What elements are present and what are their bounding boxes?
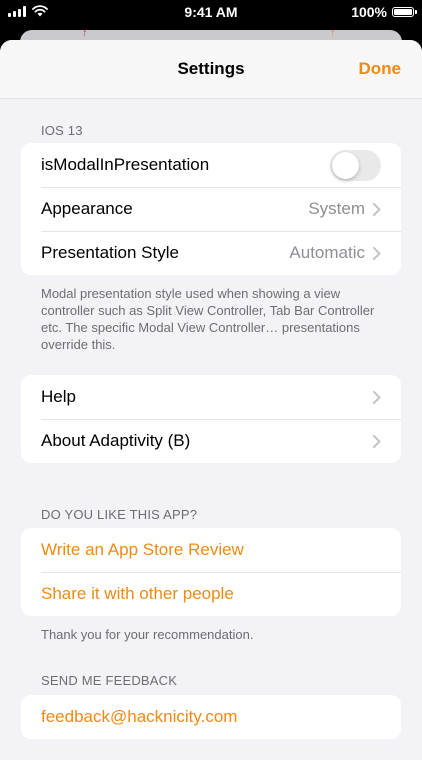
chevron-right-icon <box>373 434 381 448</box>
chevron-right-icon <box>373 202 381 216</box>
row-label: Presentation Style <box>41 243 179 262</box>
row-label: Write an App Store Review <box>41 540 244 559</box>
section-header-ios13: IOS 13 <box>41 123 83 138</box>
row-value: Automatic <box>289 243 365 262</box>
row-label: Appearance <box>41 199 133 218</box>
arrow-up-icon: ↑ <box>82 30 88 39</box>
done-button[interactable]: Done <box>359 59 402 79</box>
row-label: Help <box>41 387 76 406</box>
row-label: feedback@hacknicity.com <box>41 707 238 726</box>
row-label: About Adaptivity (B) <box>41 431 191 450</box>
section-header-like: DO YOU LIKE THIS APP? <box>41 507 198 522</box>
row-write-review[interactable]: Write an App Store Review <box>21 528 401 572</box>
row-is-modal-in-presentation: isModalInPresentation <box>21 143 401 187</box>
row-label: isModalInPresentation <box>41 155 210 174</box>
row-appearance[interactable]: Appearance System <box>21 187 401 231</box>
chevron-right-icon <box>373 246 381 260</box>
status-right: 100% <box>351 4 417 20</box>
battery-percentage: 100% <box>351 4 387 20</box>
chevron-right-icon <box>373 390 381 404</box>
group-like: Write an App Store Review Share it with … <box>21 528 401 616</box>
row-about[interactable]: About Adaptivity (B) <box>21 419 401 463</box>
battery-icon <box>392 7 417 17</box>
settings-sheet: Settings Done IOS 13 isModalInPresentati… <box>0 40 422 760</box>
is-modal-toggle[interactable] <box>330 149 381 181</box>
group-help: Help About Adaptivity (B) <box>21 375 401 463</box>
row-help[interactable]: Help <box>21 375 401 419</box>
arrow-up-icon: ↑ <box>330 30 336 39</box>
status-bar: 9:41 AM 100% <box>0 0 422 24</box>
row-label: Share it with other people <box>41 584 234 603</box>
row-presentation-style[interactable]: Presentation Style Automatic <box>21 231 401 275</box>
row-share[interactable]: Share it with other people <box>21 572 401 616</box>
row-value: System <box>308 199 365 218</box>
group-ios13: isModalInPresentation Appearance System … <box>21 143 401 275</box>
group-feedback: feedback@hacknicity.com <box>21 695 401 739</box>
section-footer-like: Thank you for your recommendation. <box>41 627 254 642</box>
navigation-bar: Settings Done <box>0 40 422 99</box>
toggle-knob <box>332 151 359 179</box>
section-footer-ios13: Modal presentation style used when showi… <box>41 286 375 352</box>
row-feedback-email[interactable]: feedback@hacknicity.com <box>21 695 401 739</box>
section-header-feedback: SEND ME FEEDBACK <box>41 673 178 688</box>
